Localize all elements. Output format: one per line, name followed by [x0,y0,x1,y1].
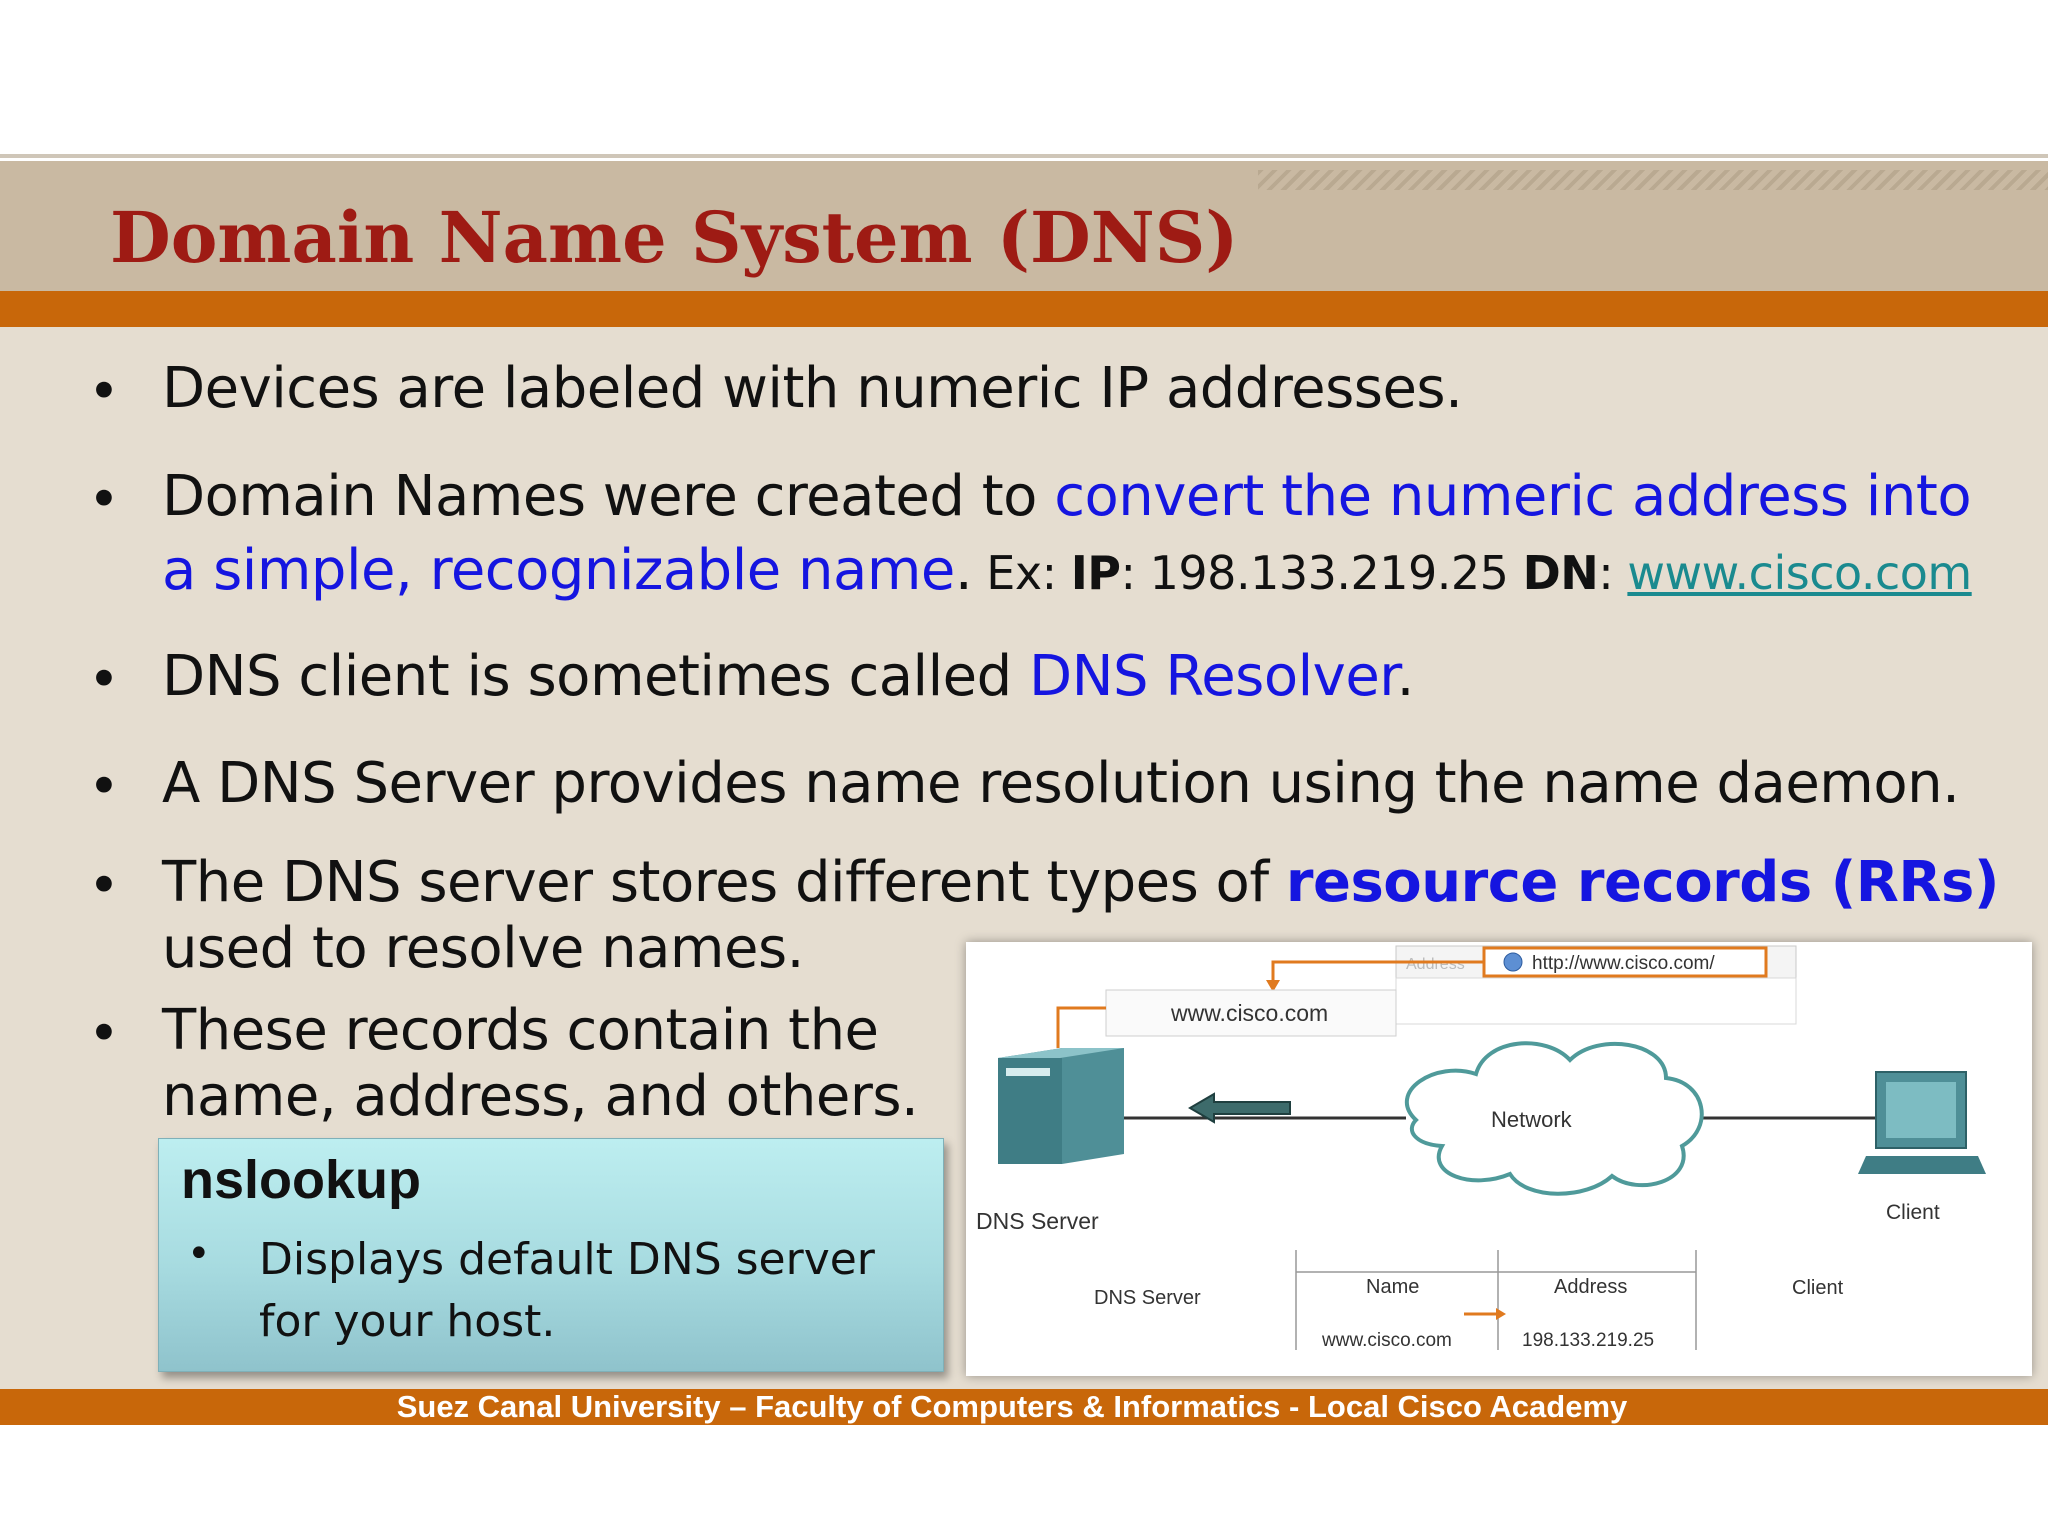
bullet-1-text: Devices are labeled with numeric IP addr… [162,356,1463,421]
table-col-address: Address [1554,1276,1627,1298]
bullet-5-highlight: resource records (RRs) [1285,850,2000,915]
bullet-dot: • [88,468,120,531]
bullet-2-highlight-2: a simple, recognizable name [162,538,955,603]
address-label: Address [1406,956,1465,973]
dns-server-slot [1006,1068,1050,1076]
bullet-6-line-2: name, address, and others. [162,1064,919,1129]
table-dns-server-label: DNS Server [1094,1287,1201,1309]
nslookup-callout: nslookup • Displays default DNS server f… [158,1138,944,1372]
bullet-2-ex: Ex: [972,546,1071,600]
browser-window [1395,977,1797,1025]
table-row-address: 198.133.219.25 [1522,1330,1654,1351]
callout-text: Displays default DNS server for your hos… [259,1234,875,1347]
browser-page-icon [1503,952,1523,972]
query-box-text: www.cisco.com [1170,1000,1328,1026]
dns-diagram-svg: Address http://www.cisco.com/ www.cisco.… [976,945,1986,1351]
bullet-dot: • [88,854,120,917]
bullet-dot: • [88,755,120,818]
bullet-2-highlight-1: convert the numeric address into [1054,464,1972,529]
footer: Suez Canal University – Faculty of Compu… [0,1389,2048,1425]
slide-title: Domain Name System (DNS) [110,196,1239,279]
callout-title: nslookup [181,1150,421,1210]
bullet-5-line-1: The DNS server stores different types of… [162,850,1999,916]
client-screen [1886,1082,1956,1138]
table-client-label: Client [1792,1277,1844,1299]
bullet-dot: • [88,1002,120,1065]
footer-text: Suez Canal University – Faculty of Compu… [396,1389,1628,1424]
bullet-5-line-2: used to resolve names. [162,916,804,981]
top-rule [0,154,2048,158]
bullet-3-plain: DNS client is sometimes called [162,644,1029,709]
bullet-3-period: . [1396,644,1415,709]
url-text: http://www.cisco.com/ [1532,953,1715,974]
client-keyboard [1858,1156,1986,1174]
header-hatch-decoration [1258,170,2048,190]
query-arrow-line [1056,1006,1106,1048]
client-label: Client [1886,1201,1940,1224]
dns-diagram: Address http://www.cisco.com/ www.cisco.… [966,942,2032,1376]
bullet-2-colon: : [1598,546,1628,600]
bullet-2-ip-value: : 198.133.219.25 [1120,546,1523,600]
callout-bullet-dot: • [187,1231,211,1277]
bullet-2-dn-label: DN [1522,546,1599,600]
bullet-dot: • [88,360,120,423]
bullet-4-text: A DNS Server provides name resolution us… [162,751,1960,816]
bullet-2-line-2: a simple, recognizable name. Ex: IP: 198… [162,538,1972,606]
cisco-link[interactable]: www.cisco.com [1627,546,1972,600]
bullet-3-highlight: DNS Resolver [1028,644,1397,709]
bullet-2-plain: Domain Names were created to [162,464,1055,529]
bullet-5-plain: The DNS server stores different types of [162,850,1286,915]
bullet-6-line-1: These records contain the [162,998,879,1063]
network-label: Network [1491,1107,1573,1132]
bullet-3-text: DNS client is sometimes called DNS Resol… [162,644,1414,710]
table-row-name: www.cisco.com [1321,1330,1452,1351]
bullet-dot: • [88,648,120,711]
header-accent-bar [0,291,2048,327]
bullet-2-ip-label: IP [1070,546,1121,600]
dns-server-label: DNS Server [976,1208,1099,1234]
bullet-2-line-1: Domain Names were created to convert the… [162,464,1972,530]
bullet-2-period: . [954,538,973,603]
table-mapping-arrow-head [1496,1308,1506,1320]
table-col-name: Name [1366,1276,1419,1298]
